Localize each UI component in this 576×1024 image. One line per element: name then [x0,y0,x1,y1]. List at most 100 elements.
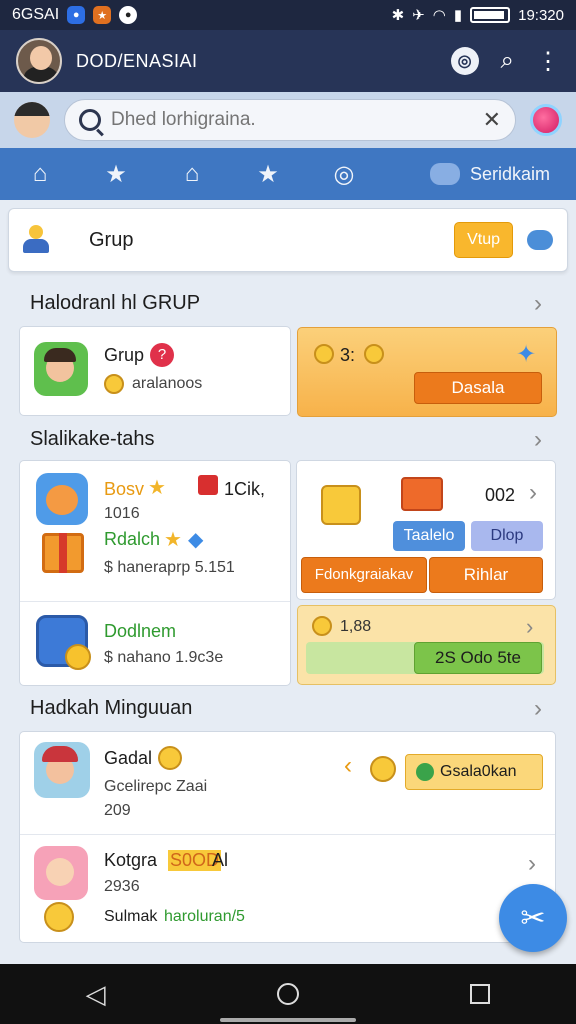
tab-social-label: Seridkaim [469,163,550,184]
status-left-text: 6GSAI [12,6,60,23]
group-label: Grup [89,228,134,251]
grup-card-sub: aralanoos [132,375,203,392]
coin-panel-button[interactable]: 2S Odo 5te [414,642,542,674]
kotgra-num: 2936 [104,878,140,895]
app-title: DOD/ENASIAI [76,50,198,71]
gadal-num: 209 [104,802,131,819]
chevron-right-icon[interactable]: › [529,479,537,507]
house-tab-icon[interactable]: ⌂ [178,160,206,188]
drink-icon [321,485,361,525]
reward-button-a[interactable]: Taalelo [393,521,465,551]
kotgra-name: Kotgra [104,850,158,870]
reward-wide-button-b[interactable]: Rihlar [429,557,543,593]
gesture-handle [220,1018,356,1022]
gadal-pill[interactable]: Gsala0kan [405,754,543,790]
search-input[interactable] [111,109,473,131]
home-icon[interactable] [276,983,299,1005]
coin-box-icon [36,615,91,670]
shop-card: Bosv ★ 1Cik, 1016 Rdalch ★ ◆ $ haneraprp… [19,460,291,686]
recent-apps-icon[interactable] [470,984,491,1004]
clear-icon[interactable]: ✕ [483,107,501,133]
search-field[interactable]: ✕ [64,99,516,141]
bosv-name: Bosv [104,479,145,499]
badge-icon: ? [150,343,174,367]
coin-stack-icon [370,756,396,782]
star-tab-icon[interactable]: ★ [102,160,130,189]
system-nav-bar: ◁ [0,964,576,1024]
clock-notification-icon: ● [119,6,138,24]
promo-card[interactable]: 3: ✦ Dasala [297,327,557,417]
chevron-right-icon[interactable]: › [526,614,533,640]
divider [20,834,555,835]
coin-panel[interactable]: 1,88 › 2S Odo 5te [297,605,556,685]
search-icon[interactable]: ⌕ [501,47,514,75]
section-title-2: Slalikake-tahs [30,428,155,450]
gem-icon: ◆ [188,529,204,551]
bosv-price: $ haneraprp 5.151 [104,559,235,576]
reward-panel: 002 › Taalelo Dlop Fdonkgraiakav Rihlar [296,460,556,600]
reward-button-b[interactable]: Dlop [471,521,543,551]
floating-action-button[interactable]: ✂ [499,884,567,952]
divider [20,601,290,602]
section-title-1: Halodranl hl GRUP [30,292,201,314]
gadal-pill-label: Gsala0kan [440,763,517,780]
group-icon [23,225,49,255]
coin-icon [104,374,124,394]
tab-social[interactable]: Seridkaim [429,163,550,185]
signal-icon: ▮ [453,7,463,24]
green-dot-icon [416,763,434,781]
group-action-button[interactable]: Vtup [454,222,513,258]
back-icon[interactable]: ◁ [86,979,106,1010]
candy-icon[interactable] [530,104,562,136]
star-icon: ★ [148,477,166,499]
grup-card[interactable]: Grup ? aralanoos [19,326,291,416]
coin-icon [314,344,334,364]
bosv-line2: Rdalch [104,529,161,549]
star-icon: ★ [164,529,182,551]
notification-icon[interactable]: ◎ [450,47,479,75]
group-header: Grup Vtup [8,208,568,272]
profile-avatar[interactable] [16,38,62,84]
reward-wide-button-a[interactable]: Fdonkgraiakav [301,557,427,593]
grup-card-name: Grup [104,345,145,365]
chevron-left-icon[interactable]: ‹ [344,752,352,780]
kotgra-suffix: Al [212,850,229,870]
chevron-right-icon[interactable]: › [534,290,542,318]
mute-icon: ✈ [412,7,425,24]
search-row: ✕ [0,92,576,148]
character-avatar [34,342,88,396]
dodlnem-name: Dodlnem [104,621,177,641]
target-tab-icon[interactable]: ◎ [330,160,358,189]
battery-icon [470,7,511,23]
list-panel: Gadal Gcelirepc Zaai 209 ‹ Gsala0kan Kot… [19,731,556,943]
gift-icon [198,475,218,495]
dodlnem-price: $ nahano 1.9c3e [104,649,224,666]
home-tab-icon[interactable]: ⌂ [26,160,54,188]
chat-bubble-icon[interactable] [527,230,553,250]
bluetooth-icon: ✱ [391,7,405,24]
gadal-name: Gadal [104,748,153,768]
status-time: 19:320 [518,6,564,24]
kotgra-line: Sulmak [104,908,158,925]
coin-icon [44,902,74,932]
promo-button[interactable]: Dasala [414,372,542,404]
section-title-3: Hadkah Minguuan [30,697,193,719]
chat-icon [429,163,460,185]
user-avatar[interactable] [14,102,50,138]
favorite-tab-icon[interactable]: ★ [254,160,282,189]
bosv-extra: 1Cik, [224,479,266,499]
coin-icon [312,616,332,636]
magnifier-icon [79,109,101,131]
character-avatar [34,846,88,900]
chevron-right-icon[interactable]: › [528,850,536,878]
app-bar: DOD/ENASIAI ◎ ⌕ ⋮ [0,30,576,92]
status-bar: 6GSAI ● ★ ● ✱ ✈ ◠ ▮ 19:320 [0,0,576,30]
chevron-right-icon[interactable]: › [534,426,542,454]
chevron-right-icon[interactable]: › [534,695,542,723]
kotgra-line-green: haroluran/5 [164,908,245,925]
coin-icon [158,746,182,770]
wifi-icon: ◠ [432,7,446,24]
more-options-icon[interactable]: ⋮ [536,47,560,76]
app-notification-icon: ● [67,6,86,24]
promo-value: 3: [340,345,356,365]
